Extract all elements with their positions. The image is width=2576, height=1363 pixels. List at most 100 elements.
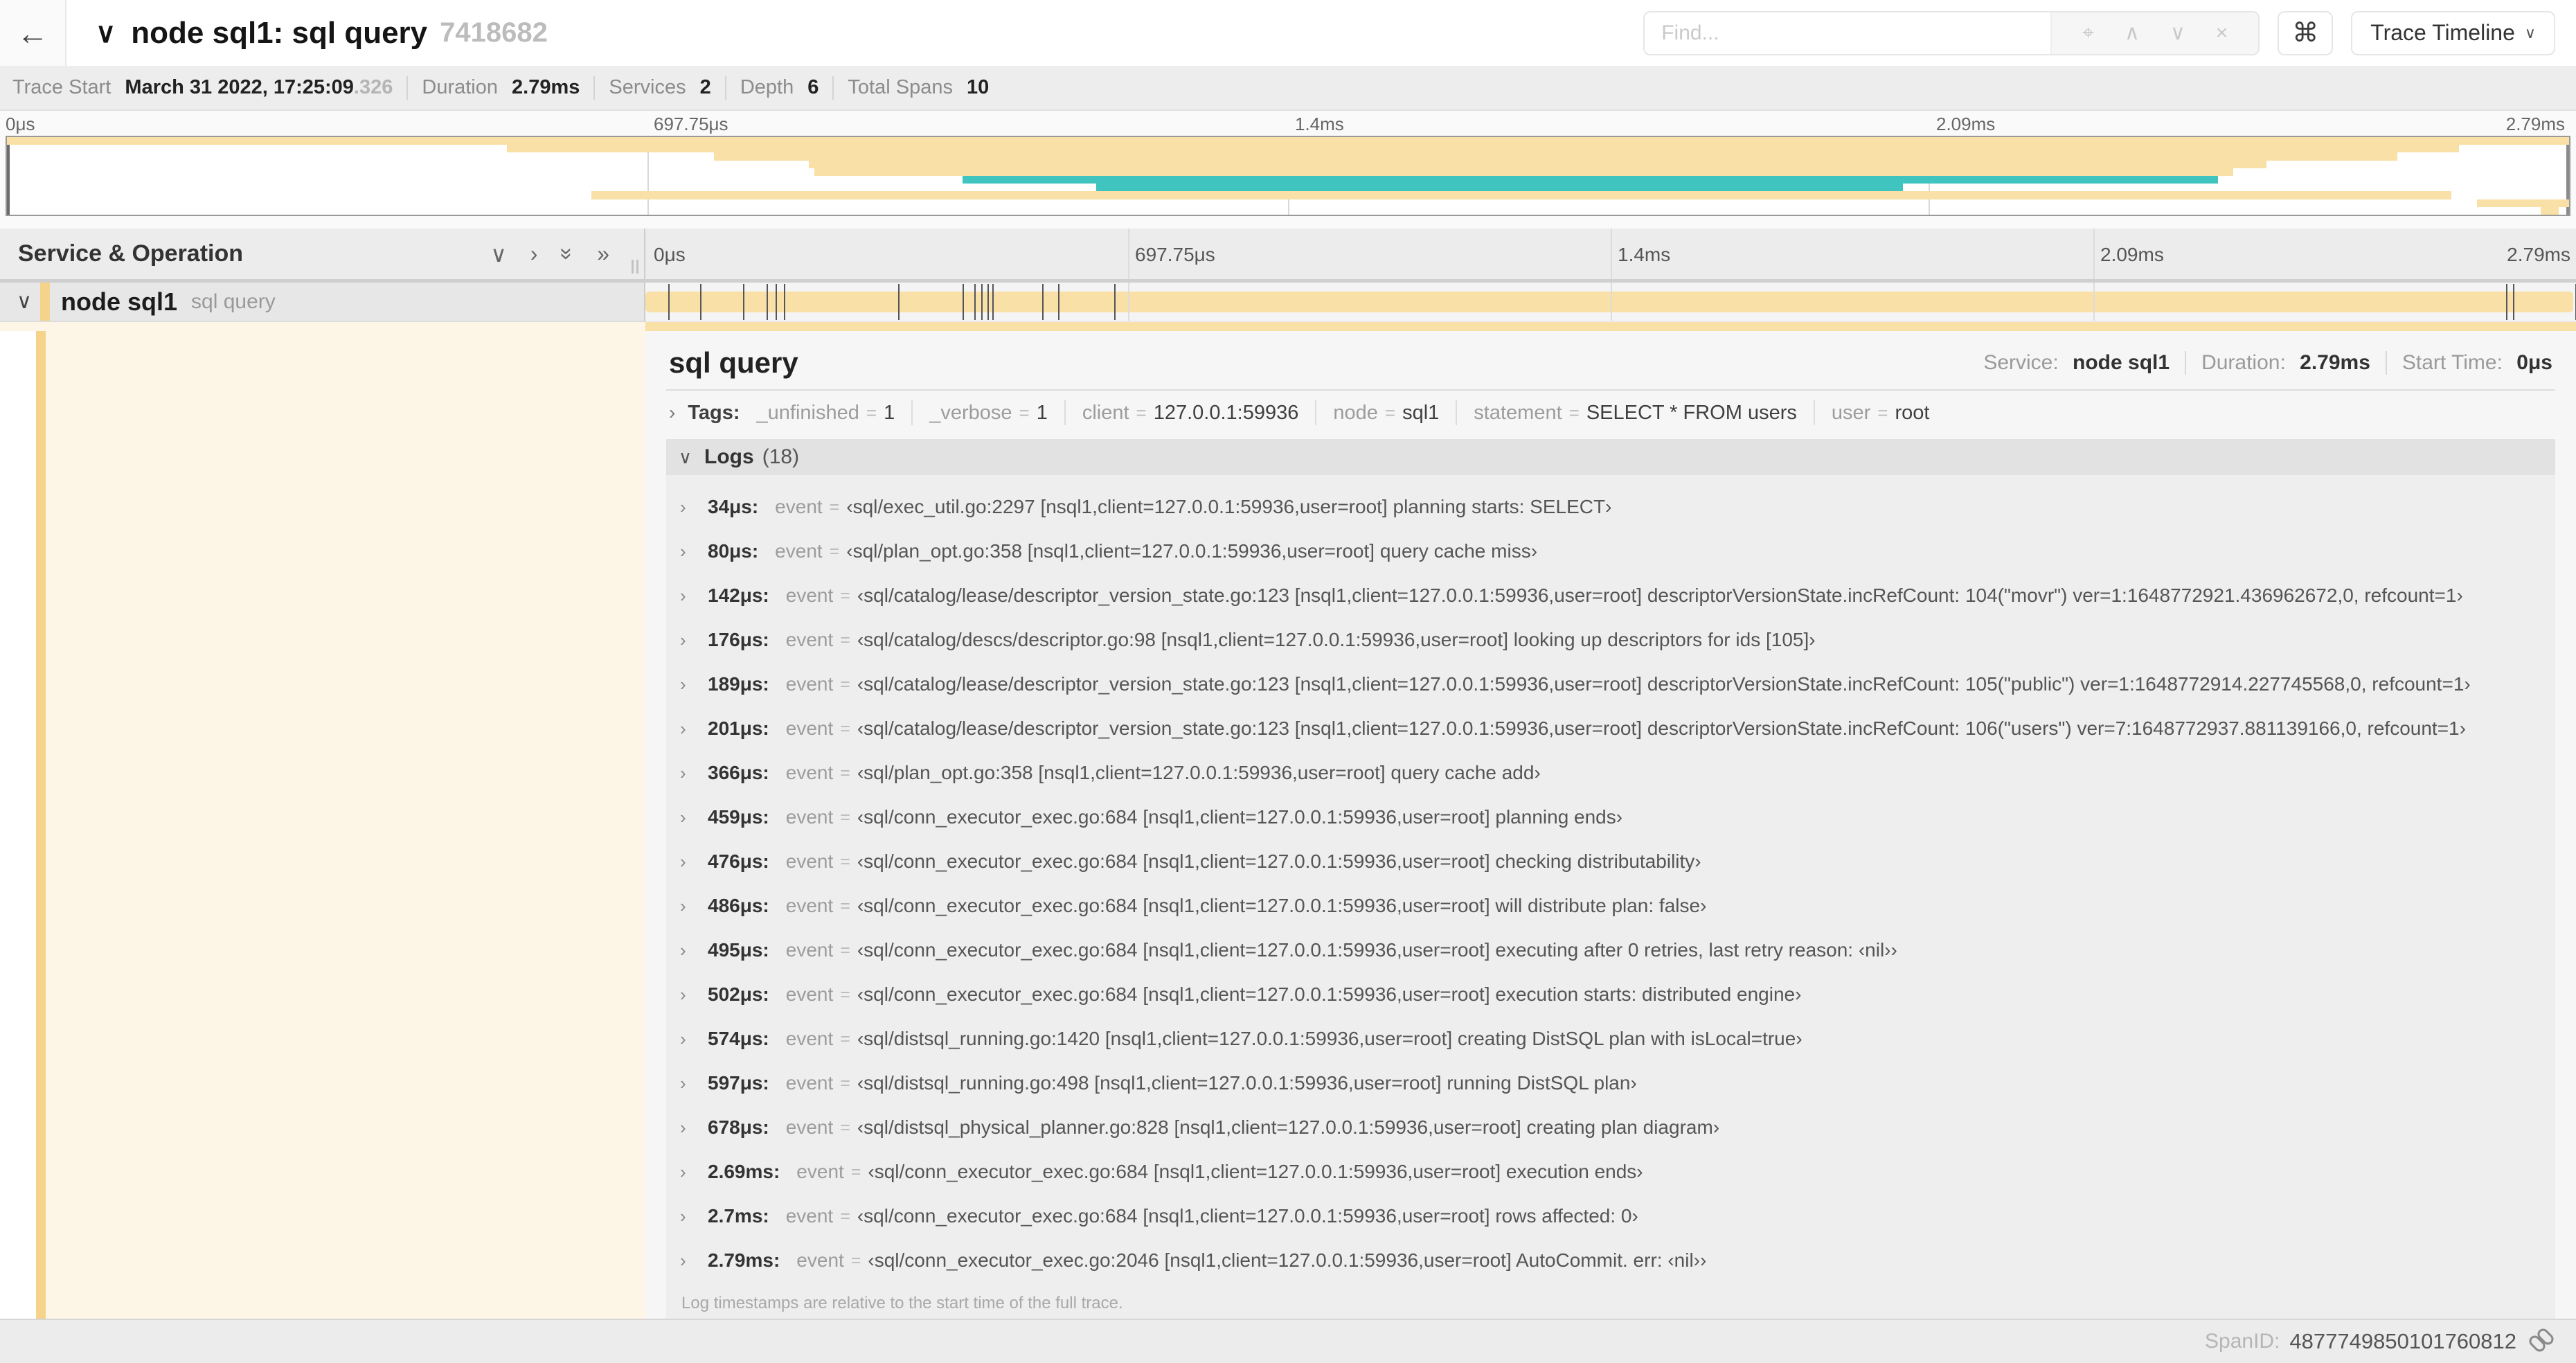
keyboard-shortcuts-button[interactable]: ⌘ — [2278, 10, 2334, 55]
log-row[interactable]: › 366μs: event = ‹sql/plan_opt.go:358 [nsql1… — [666, 751, 2555, 795]
log-marker-tick[interactable] — [962, 283, 964, 320]
span-row[interactable]: ∨ node sql1 sql query — [0, 283, 2576, 322]
log-marker-tick[interactable] — [2506, 283, 2508, 320]
next-result-icon[interactable]: ∨ — [2170, 21, 2185, 45]
tag-separator — [1064, 400, 1066, 425]
log-marker-tick[interactable] — [668, 283, 670, 320]
log-row[interactable]: › 597μs: event = ‹sql/distsql_running.go:498… — [666, 1061, 2555, 1105]
collapse-one-icon[interactable]: ∨ — [490, 241, 506, 267]
log-marker-tick[interactable] — [775, 283, 777, 320]
chevron-right-icon: › — [680, 1161, 686, 1182]
find-input[interactable] — [1645, 12, 2051, 54]
log-row[interactable]: › 34μs: event = ‹sql/exec_util.go:2297 [nsql… — [666, 485, 2555, 529]
log-row[interactable]: › 2.69ms: event = ‹sql/conn_executor_exec.go… — [666, 1150, 2555, 1194]
expand-all-icon[interactable]: » — [597, 241, 609, 267]
log-row[interactable]: › 80μs: event = ‹sql/plan_opt.go:358 [nsql1,… — [666, 529, 2555, 573]
deep-link-icon[interactable] — [2527, 1326, 2557, 1355]
trace-collapse-chevron-icon[interactable]: ∨ — [96, 17, 116, 49]
equals-sign: = — [840, 1028, 850, 1049]
view-selector-button[interactable]: Trace Timeline ∨ — [2351, 10, 2555, 55]
log-marker-tick[interactable] — [1113, 283, 1116, 320]
log-field-value: ‹sql/conn_executor_exec.go:2046 [nsql1,c… — [868, 1249, 1707, 1271]
log-row[interactable]: › 176μs: event = ‹sql/catalog/descs/descript… — [666, 618, 2555, 662]
log-marker-tick[interactable] — [742, 283, 744, 320]
log-timestamp: 34μs: — [708, 496, 759, 517]
tag-value: root — [1895, 401, 1930, 424]
equals-sign: = — [840, 1206, 850, 1226]
minimap-canvas[interactable] — [6, 136, 2570, 216]
locate-icon[interactable]: ⌖ — [2082, 21, 2094, 45]
column-resizer-handle[interactable] — [632, 260, 638, 274]
chevron-down-icon: ∨ — [2524, 24, 2536, 42]
log-marker-tick[interactable] — [2513, 283, 2515, 320]
log-row[interactable]: › 189μs: event = ‹sql/catalog/lease/descript… — [666, 662, 2555, 706]
log-field-key: event — [796, 1161, 844, 1182]
span-duration-bar[interactable] — [645, 291, 2573, 312]
summary-label: Trace Start — [12, 76, 117, 98]
log-timestamp: 495μs: — [708, 939, 769, 961]
span-row-name-column[interactable]: ∨ node sql1 sql query — [0, 283, 645, 322]
clear-search-icon[interactable]: × — [2216, 21, 2228, 45]
log-marker-tick[interactable] — [1057, 283, 1059, 320]
log-row[interactable]: › 495μs: event = ‹sql/conn_executor_exec.go:… — [666, 928, 2555, 972]
timeline-tick-label: 2.79ms — [2507, 244, 2570, 265]
log-marker-tick[interactable] — [992, 283, 994, 320]
log-row[interactable]: › 502μs: event = ‹sql/conn_executor_exec.go:… — [666, 972, 2555, 1017]
log-marker-tick[interactable] — [974, 283, 976, 320]
detail-meta-item: Service: node sql1 — [1983, 351, 2170, 375]
equals-sign: = — [829, 541, 840, 561]
tag-summary-item: _unfinished = 1 — [757, 402, 895, 425]
span-color-accent — [40, 283, 50, 321]
logs-accordion-header[interactable]: ∨ Logs (18) — [666, 439, 2555, 475]
log-row[interactable]: › 574μs: event = ‹sql/distsql_running.go:142… — [666, 1017, 2555, 1061]
log-row[interactable]: › 459μs: event = ‹sql/conn_executor_exec.go:… — [666, 795, 2555, 839]
minimap-left-scrubber[interactable] — [7, 137, 10, 215]
tags-accordion-header[interactable]: › Tags: _unfinished = 1 _verbose = 1 client = 12… — [666, 391, 2555, 435]
summary-value: 10 — [967, 76, 990, 98]
chevron-right-icon: › — [680, 939, 686, 961]
span-row-track[interactable] — [645, 283, 2576, 322]
expand-one-icon[interactable]: › — [530, 241, 538, 267]
log-marker-tick[interactable] — [981, 283, 983, 320]
trace-header: ← ∨ node sql1: sql query 7418682 ⌖ ∧ ∨ ×… — [0, 0, 2576, 66]
log-row[interactable]: › 142μs: event = ‹sql/catalog/lease/descript… — [666, 573, 2555, 618]
tag-summary-item: statement = SELECT * FROM users — [1474, 402, 1797, 425]
log-row[interactable]: › 486μs: event = ‹sql/conn_executor_exec.go:… — [666, 884, 2555, 928]
timeline-header-left: Service & Operation ∨ › » » — [0, 229, 645, 279]
logs-count: (18) — [762, 445, 800, 468]
log-marker-tick[interactable] — [783, 283, 785, 320]
span-operation-name: sql query — [191, 289, 276, 313]
detail-meta-item: Start Time: 0μs — [2402, 351, 2552, 375]
timeline-gridline — [2093, 283, 2095, 321]
log-field-key: event — [785, 585, 834, 606]
span-collapse-chevron-icon[interactable]: ∨ — [17, 289, 40, 314]
equals-sign: = — [840, 718, 850, 738]
log-row[interactable]: › 201μs: event = ‹sql/catalog/lease/descript… — [666, 706, 2555, 751]
log-marker-tick[interactable] — [1041, 283, 1044, 320]
chevron-right-icon: › — [680, 540, 686, 562]
log-marker-tick[interactable] — [987, 283, 989, 320]
log-row[interactable]: › 476μs: event = ‹sql/conn_executor_exec.go:… — [666, 839, 2555, 884]
log-marker-tick[interactable] — [699, 283, 701, 320]
prev-result-icon[interactable]: ∧ — [2125, 21, 2140, 45]
collapse-all-icon[interactable]: » — [555, 248, 580, 260]
timeline-tick-label: 0μs — [6, 114, 35, 134]
command-icon: ⌘ — [2292, 19, 2319, 48]
timeline-gridline — [1611, 283, 1612, 321]
log-field-value: ‹sql/distsql_physical_planner.go:828 [ns… — [857, 1116, 1720, 1138]
log-marker-tick[interactable] — [897, 283, 900, 320]
log-row[interactable]: › 2.79ms: event = ‹sql/conn_executor_exec.go… — [666, 1238, 2555, 1283]
chevron-right-icon: › — [680, 983, 686, 1005]
detail-meta-item: Duration: 2.79ms — [2201, 351, 2370, 375]
summary-item: Depth 6 — [740, 76, 819, 99]
log-row[interactable]: › 2.7ms: event = ‹sql/conn_executor_exec.go:… — [666, 1194, 2555, 1238]
logs-list: › 34μs: event = ‹sql/exec_util.go:2297 [nsql… — [666, 475, 2555, 1319]
timeline-gridline — [1128, 283, 1129, 321]
chevron-right-icon: › — [680, 673, 686, 695]
minimap-span-bar — [1095, 184, 1903, 192]
back-button[interactable]: ← — [0, 0, 66, 66]
log-row[interactable]: › 678μs: event = ‹sql/distsql_physical_plann… — [666, 1105, 2555, 1150]
log-marker-tick[interactable] — [766, 283, 768, 320]
equals-sign: = — [1568, 402, 1580, 423]
timeline-gridline — [2093, 229, 2095, 279]
